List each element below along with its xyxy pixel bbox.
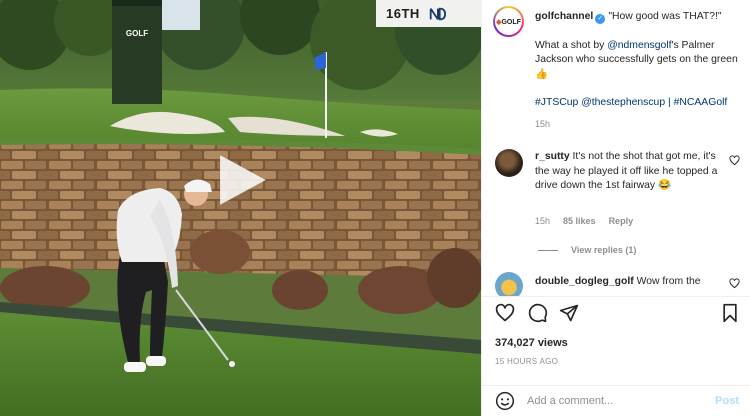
golfchannel-logo-icon: ◆GOLF [496, 18, 521, 26]
view-replies-label: View replies (1) [571, 245, 637, 255]
commenter-avatar[interactable] [495, 149, 523, 177]
post-comment-button[interactable]: Post [715, 395, 739, 407]
comment-input[interactable] [527, 390, 697, 412]
caption-quote: "How good was THAT?!" [608, 11, 722, 22]
post-caption: golfchannel ✓ "How good was THAT?!" What a… [535, 10, 740, 111]
scoreboard: 16TH [376, 0, 481, 27]
comment-like-heart-icon[interactable] [729, 155, 740, 166]
author-avatar[interactable]: ◆GOLF [493, 6, 524, 37]
post-side-panel: ◆GOLF golfchannel ✓ "How good was THAT?!" … [481, 0, 750, 416]
caption-body: What a shot by @ndmensgolf's Palmer Jack… [535, 39, 740, 83]
comment-item: double_dogleg_golf Wow from the [535, 275, 725, 290]
scoreboard-hole: 16TH [386, 6, 420, 21]
smiley-icon[interactable] [495, 391, 515, 411]
comment-username[interactable]: double_dogleg_golf [535, 276, 634, 287]
comment-time[interactable]: 15h [535, 216, 550, 226]
add-comment-bar: Post [482, 386, 750, 416]
post-action-bar [482, 296, 750, 330]
play-button[interactable] [216, 152, 268, 208]
heart-icon[interactable] [495, 303, 515, 323]
video-player[interactable]: GOLF 16TH [0, 0, 481, 416]
commenter-avatar[interactable] [495, 272, 523, 296]
paper-plane-icon[interactable] [559, 303, 579, 323]
mention-ndmensgolf[interactable]: @ndmensgolf [607, 40, 671, 51]
play-icon [219, 154, 268, 206]
comment-icon[interactable] [528, 303, 548, 323]
comment-item: r_sutty It's not the shot that got me, i… [535, 150, 725, 194]
comment-reply-button[interactable]: Reply [609, 216, 634, 226]
verified-badge-icon: ✓ [595, 14, 606, 24]
post-age[interactable]: 15 HOURS AGO [495, 357, 558, 366]
golfchannel-logo-text: GOLF [501, 18, 521, 26]
caption-hashtags[interactable]: #JTSCup @thestephenscup | #NCAAGolf [535, 96, 740, 111]
bookmark-icon[interactable] [720, 303, 740, 323]
view-count[interactable]: 374,027 views [495, 337, 568, 349]
notre-dame-logo-icon [429, 7, 446, 20]
post-time[interactable]: 15h [535, 119, 550, 129]
tower-logo: GOLF [126, 29, 148, 38]
view-replies-button[interactable]: View replies (1) [538, 245, 636, 255]
comment-username[interactable]: r_sutty [535, 151, 570, 162]
author-username[interactable]: golfchannel [535, 11, 593, 22]
instagram-post-modal: GOLF 16TH ◆GOLF golfchannel ✓ "How good … [0, 0, 750, 416]
comments-scroll[interactable]: ◆GOLF golfchannel ✓ "How good was THAT?!" … [482, 0, 750, 296]
golf-video-frame: GOLF [0, 0, 481, 416]
caption-text-1: What a shot by [535, 39, 608, 51]
comment-text: Wow from the [636, 276, 701, 287]
view-replies-line [538, 249, 558, 251]
comment-meta: 15h 85 likes Reply [535, 216, 633, 226]
comment-like-heart-icon[interactable] [729, 278, 740, 289]
comment-likes[interactable]: 85 likes [563, 216, 596, 226]
